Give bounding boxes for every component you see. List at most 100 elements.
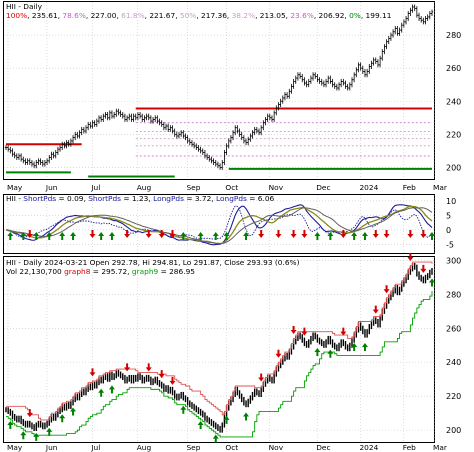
graph9-line <box>6 290 433 438</box>
y-tick-label: 280 <box>446 290 461 299</box>
lower-legend-values: Vol 22,130,700 graph8 = 295.72, graph9 =… <box>6 267 195 276</box>
sell-arrow <box>26 409 33 418</box>
buy-arrow <box>180 405 187 414</box>
legend-segment: 78.6% <box>62 11 85 20</box>
legend-segment: 23.6% <box>290 11 313 20</box>
legend-segment: , 213.05, <box>255 11 290 20</box>
x-tick-label: Aug <box>137 443 152 452</box>
legend-segment: = 6.06 <box>247 194 275 203</box>
buy-arrow <box>243 412 250 421</box>
x-tick-label: Jun <box>45 443 58 452</box>
sell-arrow <box>420 264 427 273</box>
x-tick-label: Dec <box>316 183 330 192</box>
y-tick-label: 240 <box>446 97 461 106</box>
x-tick-label: Oct <box>225 443 238 452</box>
buy-arrow <box>59 414 66 423</box>
sell-arrow <box>258 373 265 382</box>
lower-legend-title: HII - Daily 2024-03-21 Open 292.78, Hi 2… <box>6 258 300 267</box>
legend-segment: LongPds <box>153 194 184 203</box>
price-candles <box>4 4 434 170</box>
y-tick-label: 220 <box>446 130 461 139</box>
sell-arrow <box>145 363 152 372</box>
sell-arrow <box>158 370 165 379</box>
legend-segment: , 221.67, <box>145 11 180 20</box>
buy-arrow <box>33 232 40 240</box>
buy-arrow <box>7 232 14 240</box>
legend-segment: Vol 22,130,700 <box>6 267 64 276</box>
x-tick-label: Sep <box>186 443 200 452</box>
sell-arrow <box>258 230 265 238</box>
price-panel-frame <box>3 1 435 180</box>
lower-panel-frame <box>3 256 435 443</box>
sell-arrow <box>89 230 96 238</box>
legend-segment: = 295.72, <box>90 267 131 276</box>
legend-segment: = 0.09, <box>56 194 88 203</box>
longpds-line-1 <box>5 205 433 245</box>
y-tick-label: 5 <box>446 211 451 220</box>
lower-panel-lines <box>5 261 433 438</box>
buy-arrow <box>197 421 204 430</box>
legend-segment: , 206.92, <box>314 11 349 20</box>
y-tick-label: 10 <box>446 197 456 206</box>
sell-arrow <box>89 368 96 377</box>
legend-segment: 100% <box>6 11 27 20</box>
sell-arrow <box>124 230 131 238</box>
legend-segment: 38.2% <box>232 11 255 20</box>
x-tick-label: Oct <box>225 183 238 192</box>
legend-segment: = 286.95 <box>158 267 195 276</box>
y-tick-label: -5 <box>446 240 454 249</box>
buy-arrow <box>327 349 334 358</box>
buy-arrow <box>59 232 66 240</box>
y-tick-label: 280 <box>446 31 461 40</box>
x-tick-label: Sep <box>186 183 200 192</box>
oscillator-legend: HII - ShortPds = 0.09, ShortPds = 1.23, … <box>6 194 275 203</box>
longpds-line-2 <box>5 207 433 245</box>
sell-arrow <box>383 230 390 238</box>
legend-segment: ShortPds <box>88 194 121 203</box>
buy-arrow <box>314 348 321 357</box>
buy-arrow <box>314 232 321 240</box>
sell-arrow <box>372 305 379 314</box>
buy-arrow <box>20 431 27 440</box>
sell-arrow <box>420 230 427 238</box>
x-tick-label: Nov <box>269 183 284 192</box>
sell-arrow <box>124 363 131 372</box>
legend-segment: , 235.61, <box>27 11 62 20</box>
buy-arrow <box>70 232 77 240</box>
legend-segment: graph9 <box>132 267 159 276</box>
oscillator-arrows <box>7 230 435 240</box>
legend-segment: HII - <box>6 194 23 203</box>
legend-segment: = 1.23, <box>121 194 153 203</box>
x-tick-label: Jun <box>45 183 58 192</box>
lower-panel-arrows <box>7 253 435 443</box>
buy-arrow <box>361 342 368 351</box>
buy-arrow <box>212 434 219 443</box>
legend-segment: , 217.36, <box>196 11 231 20</box>
y-tick-label: 260 <box>446 324 461 333</box>
buy-arrow <box>361 232 368 240</box>
y-tick-label: 0 <box>446 226 451 235</box>
sell-arrow <box>372 230 379 238</box>
legend-segment: graph8 <box>64 267 91 276</box>
y-tick-label: 240 <box>446 358 461 367</box>
buy-arrow <box>98 388 105 397</box>
buy-arrow <box>351 232 358 240</box>
x-tick-label: May <box>7 443 23 452</box>
legend-segment: LongPds <box>216 194 247 203</box>
x-tick-label: Jul <box>90 183 100 192</box>
stock-chart: May May Jun Jun Jul Jul Aug Aug Sep Sep Oct Oct Nov N… <box>3 1 461 452</box>
graph8-line <box>6 261 433 421</box>
x-tick-label: Mar <box>433 183 448 192</box>
x-tick-label: Dec <box>316 443 330 452</box>
x-tick-label: Aug <box>137 183 152 192</box>
buy-arrow <box>108 232 115 240</box>
axis-tick-labels: May May Jun Jun Jul Jul Aug Aug Sep Sep Oct Oct Nov N… <box>7 31 461 452</box>
sell-arrow <box>275 230 282 238</box>
x-tick-label: Feb <box>403 443 416 452</box>
y-tick-label: 300 <box>446 256 461 265</box>
sell-arrow <box>301 230 308 238</box>
sell-arrow <box>340 230 347 238</box>
price-legend-title: HII - Daily <box>6 2 43 11</box>
x-tick-label: 2024 <box>359 183 378 192</box>
legend-segment: ShortPds <box>23 194 56 203</box>
